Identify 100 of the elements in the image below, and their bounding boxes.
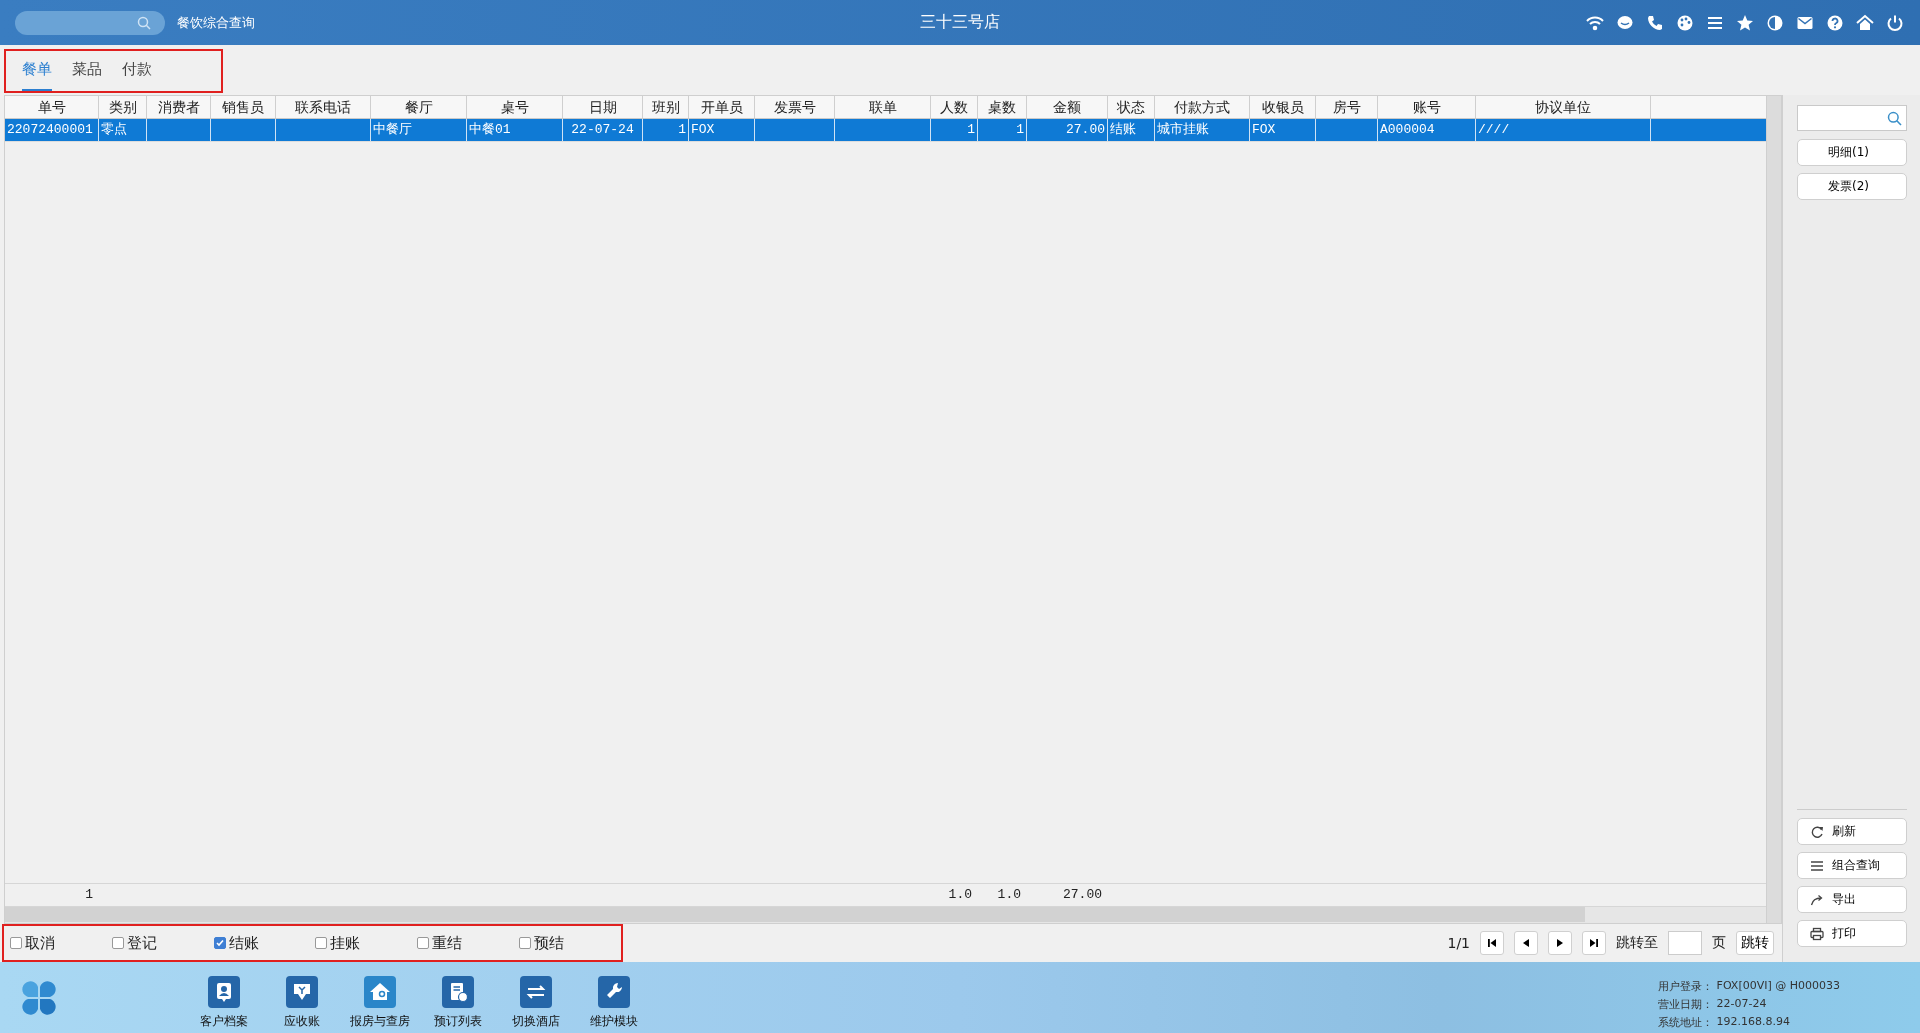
- column-header[interactable]: 单号: [5, 96, 99, 118]
- pie-icon[interactable]: [1766, 13, 1784, 32]
- column-header[interactable]: 日期: [563, 96, 643, 118]
- tab[interactable]: 付款: [122, 60, 152, 91]
- table-cell: 城市挂账: [1157, 122, 1209, 137]
- status-value: 22-07-24: [1716, 997, 1767, 1012]
- tab[interactable]: 菜品: [72, 60, 102, 91]
- previous-page-button[interactable]: [1514, 931, 1538, 955]
- side-button[interactable]: 组合查询: [1796, 852, 1907, 879]
- column-header[interactable]: 桌号: [467, 96, 563, 118]
- side-button[interactable]: 发票(2): [1796, 173, 1907, 200]
- share-arrow-icon: [1809, 892, 1824, 907]
- dock-button[interactable]: 预订列表: [432, 975, 484, 1030]
- page-indicator: 1/1: [1447, 935, 1470, 951]
- search-field[interactable]: [1796, 105, 1907, 131]
- goto-button[interactable]: 跳转: [1736, 931, 1774, 955]
- column-header[interactable]: 销售员: [211, 96, 276, 118]
- wrench-icon: [598, 975, 630, 1008]
- status-checkbox[interactable]: 取消: [10, 933, 112, 953]
- table-cell: 1: [1016, 122, 1024, 137]
- status-value: 192.168.8.94: [1716, 1015, 1791, 1030]
- total-cell: 1.0: [997, 887, 1021, 902]
- column-header[interactable]: 餐厅: [371, 96, 467, 118]
- column-header[interactable]: 联系电话: [276, 96, 371, 118]
- help-icon[interactable]: [1826, 13, 1844, 32]
- search-icon: [137, 15, 151, 30]
- vertical-scrollbar[interactable]: [1766, 96, 1781, 923]
- power-icon[interactable]: [1886, 13, 1904, 32]
- next-page-button[interactable]: [1548, 931, 1572, 955]
- status-checkbox[interactable]: 登记: [111, 933, 214, 953]
- column-header[interactable]: 联单: [835, 96, 931, 118]
- dock-button[interactable]: 应收账: [276, 975, 328, 1030]
- table-cell: A000004: [1380, 122, 1435, 137]
- horizontal-scrollbar[interactable]: [5, 906, 1766, 923]
- triangle-right-icon: [1555, 938, 1565, 948]
- dock-button[interactable]: 客户档案: [198, 975, 250, 1030]
- phone-icon[interactable]: [1646, 13, 1664, 32]
- column-header[interactable]: 开单员: [689, 96, 755, 118]
- status-checkbox[interactable]: 挂账: [315, 933, 418, 953]
- column-header[interactable]: 人数: [931, 96, 978, 118]
- side-button[interactable]: 刷新: [1796, 818, 1907, 845]
- checkmark-icon: [214, 938, 225, 948]
- table-cell: FOX: [691, 122, 715, 137]
- clover-logo: [20, 978, 58, 1017]
- status-value: FOX[00VI] @ H000033: [1716, 979, 1840, 994]
- side-button[interactable]: 打印: [1796, 920, 1907, 947]
- chat-icon[interactable]: [1616, 13, 1634, 32]
- status-checkbox[interactable]: 结账: [213, 933, 316, 953]
- column-header[interactable]: 班别: [643, 96, 689, 118]
- total-cell: 1: [85, 887, 93, 902]
- module-title: 餐饮综合查询: [177, 13, 255, 32]
- side-button[interactable]: 明细(1): [1796, 139, 1907, 166]
- page-unit: 页: [1712, 934, 1726, 952]
- table-cell: 中餐01: [469, 122, 511, 137]
- total-cell: 1.0: [948, 887, 972, 902]
- tab[interactable]: 餐单: [22, 60, 52, 91]
- column-header[interactable]: 协议单位: [1476, 96, 1651, 118]
- list-icon: [1809, 858, 1824, 873]
- column-header[interactable]: 收银员: [1250, 96, 1316, 118]
- status-checkbox[interactable]: 预结: [519, 933, 621, 953]
- column-header[interactable]: 房号: [1316, 96, 1378, 118]
- palette-icon[interactable]: [1676, 13, 1694, 32]
- person-card-icon: [208, 975, 240, 1008]
- home-icon[interactable]: [1856, 13, 1874, 32]
- status-label: 用户登录：: [1657, 979, 1713, 994]
- table-cell: 结账: [1110, 122, 1136, 137]
- dock-button[interactable]: 切换酒店: [510, 975, 562, 1030]
- page-input[interactable]: [1668, 931, 1702, 955]
- house-search-icon: [364, 975, 396, 1008]
- search-field[interactable]: [15, 10, 165, 35]
- first-page-button[interactable]: [1480, 931, 1504, 955]
- column-header[interactable]: 消费者: [147, 96, 211, 118]
- skip-forward-icon: [1589, 938, 1599, 948]
- scrollbar-thumb[interactable]: [5, 907, 1585, 922]
- total-cell: 27.00: [1063, 887, 1102, 902]
- refresh-icon: [1809, 824, 1824, 839]
- goto-label: 跳转至: [1616, 934, 1658, 952]
- column-header[interactable]: 付款方式: [1155, 96, 1250, 118]
- skip-back-icon: [1487, 938, 1497, 948]
- column-header[interactable]: 账号: [1378, 96, 1476, 118]
- triangle-left-icon: [1521, 938, 1531, 948]
- table-cell: FOX: [1252, 122, 1276, 137]
- last-page-button[interactable]: [1582, 931, 1606, 955]
- star-icon[interactable]: [1736, 13, 1754, 32]
- side-button[interactable]: 导出: [1796, 886, 1907, 913]
- table-cell: ////: [1478, 122, 1510, 137]
- column-header[interactable]: 金额: [1027, 96, 1108, 118]
- table-row[interactable]: 22072400001 零点 中餐厅 中餐01 22-07-24 1 FOX 1 1 27.00 结账 城市挂账 FOX A000004 ////: [5, 119, 1766, 142]
- column-header[interactable]: 桌数: [978, 96, 1027, 118]
- table-cell: 22-07-24: [571, 122, 634, 137]
- column-header[interactable]: 类别: [99, 96, 147, 118]
- column-header[interactable]: 发票号: [755, 96, 835, 118]
- table-cell: 22072400001: [7, 122, 93, 137]
- dock-button[interactable]: 维护模块: [588, 975, 640, 1030]
- status-checkbox[interactable]: 重结: [417, 933, 520, 953]
- printer-icon: [1809, 926, 1824, 941]
- table-cell: 中餐厅: [373, 122, 412, 137]
- column-header[interactable]: 状态: [1108, 96, 1155, 118]
- swap-icon: [520, 975, 552, 1008]
- table-cell: 1: [967, 122, 975, 137]
